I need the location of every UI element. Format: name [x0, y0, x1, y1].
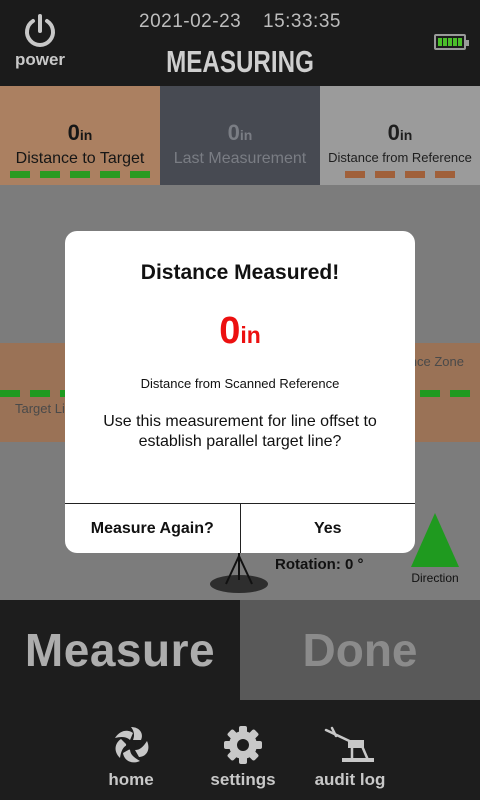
rotation-readout: Rotation: 0 ° — [275, 556, 364, 573]
nav-item-home[interactable]: home — [76, 724, 186, 790]
direction-arrow-icon — [411, 513, 459, 567]
dialog-button-row: Measure Again? Yes — [65, 503, 415, 553]
screen-title: MEASURING — [166, 44, 314, 79]
metric-value: 0in — [67, 120, 93, 145]
aperture-icon — [115, 727, 149, 763]
action-row: Measure Done — [0, 600, 480, 700]
metric-label: Last Measurement — [173, 150, 307, 167]
direction-label: Direction — [411, 571, 459, 585]
time-text: 15:33:35 — [263, 11, 341, 32]
nav-item-settings[interactable]: settings — [188, 724, 298, 790]
yes-button[interactable]: Yes — [239, 504, 416, 553]
done-button[interactable]: Done — [240, 600, 480, 700]
measure-button[interactable]: Measure — [0, 600, 240, 700]
gear-icon — [224, 726, 262, 764]
bottom-nav: home settings audit log — [0, 700, 480, 800]
target-line-label: Target Li — [15, 401, 65, 416]
nav-item-audit-log[interactable]: audit log — [295, 724, 405, 790]
battery-icon — [434, 34, 469, 50]
metrics-bar: 0in Distance to Target 0in Last Measurem… — [0, 86, 480, 185]
metric-distance-to-target: 0in Distance to Target — [0, 86, 160, 185]
dialog-title: Distance Measured! — [140, 261, 340, 284]
crane-icon — [324, 726, 374, 762]
datetime: 2021-02-23 15:33:35 — [0, 11, 480, 33]
reference-zone-label: nce Zone — [409, 354, 464, 369]
nav-label: audit log — [314, 770, 386, 789]
metric-value: 0in — [227, 120, 253, 145]
metric-last-measurement: 0in Last Measurement — [160, 86, 320, 185]
nav-label: home — [108, 770, 154, 789]
target-line-indicator — [0, 171, 160, 178]
metric-value: 0in — [387, 120, 413, 145]
measure-again-button[interactable]: Measure Again? — [65, 504, 240, 553]
date-text: 2021-02-23 — [139, 11, 242, 32]
metric-label: Distance from Reference — [328, 150, 472, 165]
distance-measured-dialog: Distance Measured! 0in Distance from Sca… — [65, 231, 415, 553]
dialog-question: Use this measurement for line offset to … — [103, 413, 377, 450]
metric-distance-from-reference: 0in Distance from Reference — [320, 86, 480, 185]
metric-label: Distance to Target — [15, 150, 145, 167]
dialog-measured-value: 0in — [219, 310, 261, 352]
dialog-caption: Distance from Scanned Reference — [140, 376, 340, 391]
header: power 2021-02-23 15:33:35 MEASURING — [0, 0, 480, 86]
reference-line-indicator — [320, 171, 480, 178]
nav-label: settings — [210, 770, 276, 789]
